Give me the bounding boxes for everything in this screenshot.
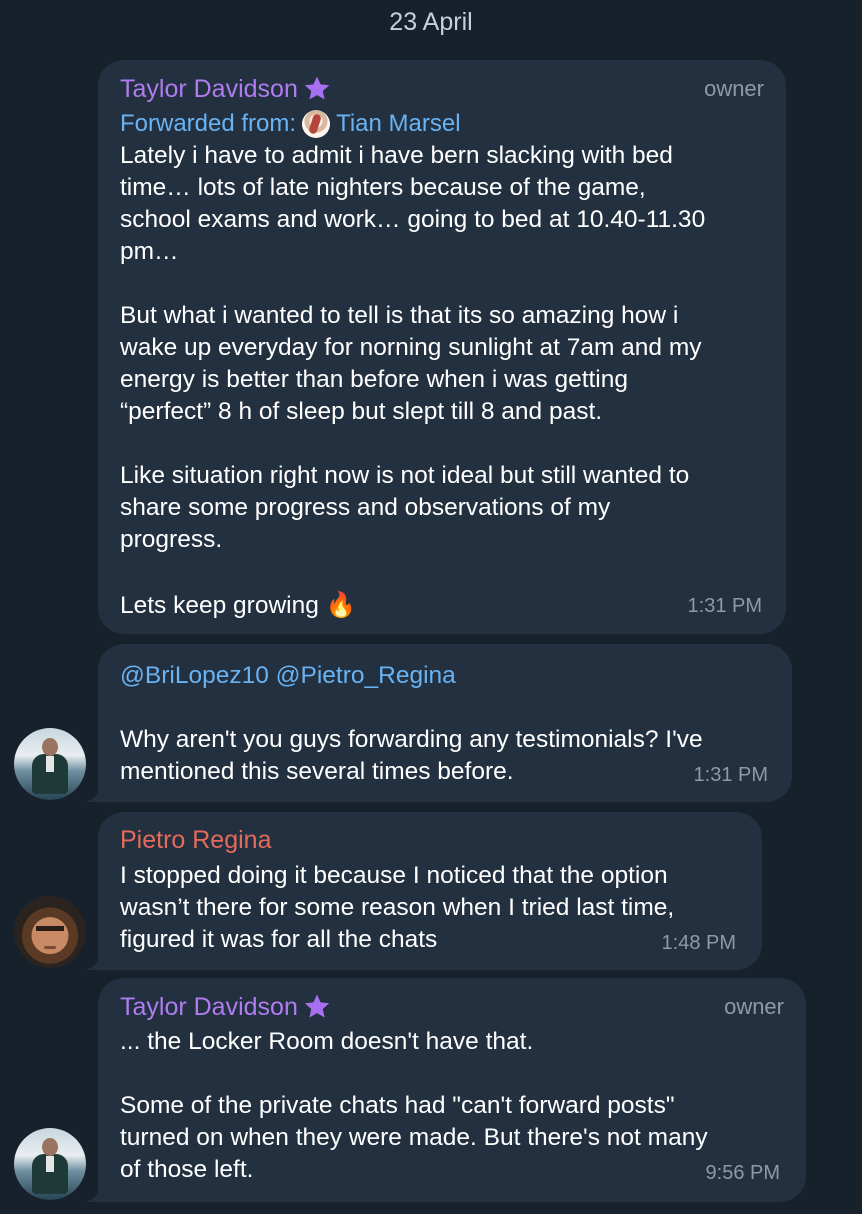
sender-row: Taylor Davidson	[120, 992, 332, 1022]
star-icon	[302, 992, 332, 1022]
forwarded-label: Forwarded from:	[120, 110, 297, 137]
forwarded-from-name[interactable]: Tian Marsel	[336, 110, 460, 138]
mention-links[interactable]: @BriLopez10 @Pietro_Regina	[120, 662, 456, 690]
avatar[interactable]	[14, 728, 86, 800]
message-text-line: school exams and work… going to bed at 1…	[120, 206, 706, 233]
message-bubble[interactable]: Taylor Davidson owner ... the Locker Roo…	[98, 978, 806, 1202]
message-text-line: ... the Locker Room doesn't have that.	[120, 1028, 534, 1055]
sender-row: Pietro Regina	[120, 826, 271, 855]
date-separator: 23 April	[389, 8, 473, 36]
message-time: 1:48 PM	[661, 932, 736, 954]
message-text-line: share some progress and observations of …	[120, 494, 611, 521]
sender-name[interactable]: Pietro Regina	[120, 826, 271, 855]
bubble-tail	[84, 944, 112, 970]
bubble-tail	[84, 776, 112, 802]
message-text-line: turned on when they were made. But there…	[120, 1124, 708, 1151]
message-text-line: energy is better than before when i was …	[120, 366, 629, 393]
message-text-line: “perfect” 8 h of sleep but slept till 8 …	[120, 398, 603, 425]
message-text-line: Some of the private chats had "can't for…	[120, 1092, 675, 1119]
message-time: 9:56 PM	[705, 1162, 780, 1184]
message-text-line: of those left.	[120, 1156, 254, 1183]
forwarded-avatar	[302, 110, 331, 138]
message-text-line: mentioned this several times before.	[120, 758, 514, 785]
role-badge: owner	[724, 994, 784, 1019]
message-bubble[interactable]: Pietro Regina I stopped doing it because…	[98, 812, 762, 970]
message-text-line: Lately i have to admit i have bern slack…	[120, 142, 673, 169]
avatar[interactable]	[14, 896, 86, 968]
avatar[interactable]	[14, 1128, 86, 1200]
message-time: 1:31 PM	[693, 764, 768, 786]
message-text-line: Like situation right now is not ideal bu…	[120, 462, 690, 489]
message-bubble-forwarded[interactable]: Taylor Davidson owner Forwarded from: Ti…	[98, 60, 786, 634]
message-bubble[interactable]: @BriLopez10 @Pietro_Regina Why aren't yo…	[98, 644, 792, 802]
sender-name[interactable]: Taylor Davidson	[120, 75, 298, 104]
role-badge: owner	[704, 76, 764, 101]
message-text-line: Why aren't you guys forwarding any testi…	[120, 726, 703, 753]
message-text-line: pm…	[120, 238, 179, 265]
message-text-line: time… lots of late nighters because of t…	[120, 174, 646, 201]
message-text-line: progress.	[120, 526, 223, 553]
message-text-line: figured it was for all the chats	[120, 926, 438, 953]
sender-row: Taylor Davidson	[120, 74, 332, 104]
message-time: 1:31 PM	[687, 595, 762, 617]
message-text-line: wasn’t there for some reason when I trie…	[120, 894, 675, 921]
message-text-line: Lets keep growing 🔥	[120, 592, 357, 619]
message-text-line: wake up everyday for norning sunlight at…	[120, 334, 702, 361]
message-text-line: I stopped doing it because I noticed tha…	[120, 862, 668, 889]
star-icon	[302, 74, 332, 104]
message-text-line: But what i wanted to tell is that its so…	[120, 302, 679, 329]
forwarded-header[interactable]: Forwarded from: Tian Marsel	[120, 110, 461, 138]
bubble-tail	[84, 1176, 112, 1202]
sender-name[interactable]: Taylor Davidson	[120, 993, 298, 1022]
